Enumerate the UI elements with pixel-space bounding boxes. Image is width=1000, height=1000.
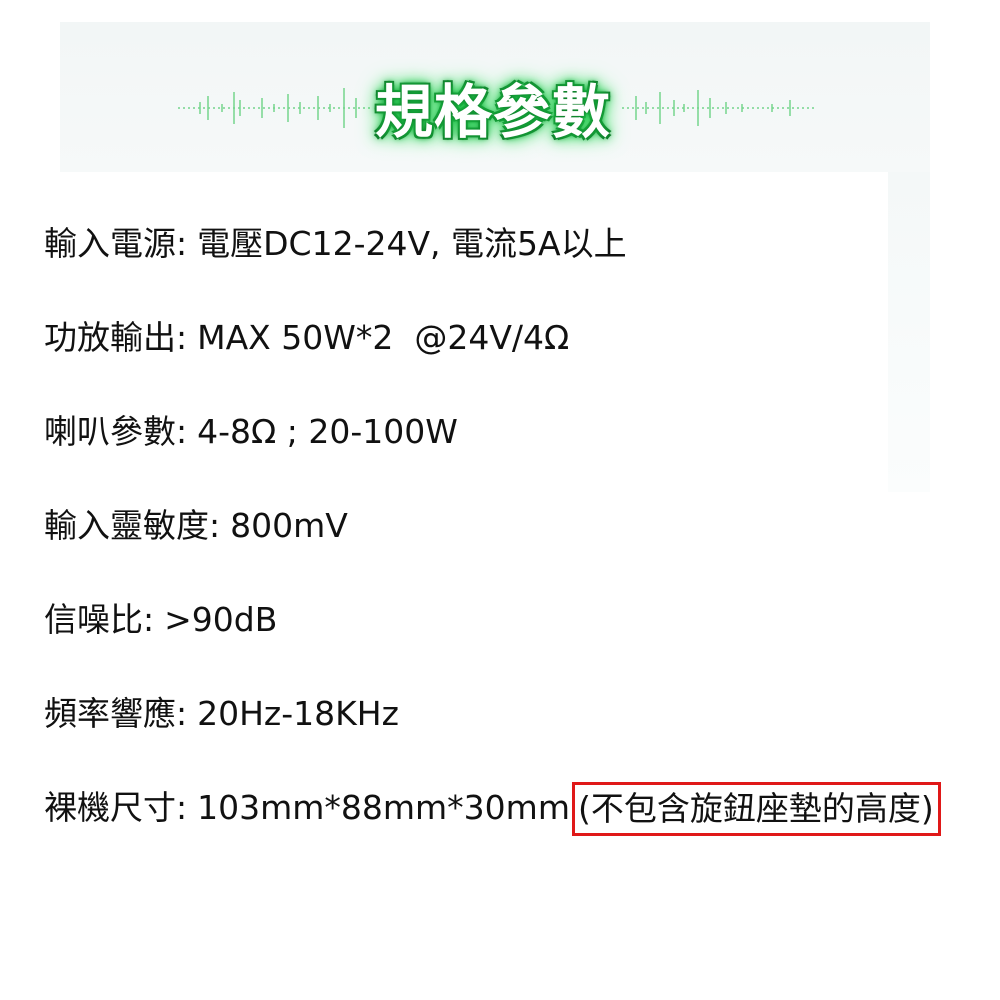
spec-value: 800mV	[230, 506, 348, 545]
spec-row-speaker: 喇叭參數:4-8Ω ; 20-100W	[44, 402, 994, 496]
spec-label: 功放輸出	[44, 318, 176, 357]
spec-separator: :	[209, 506, 221, 545]
spec-separator: :	[176, 788, 188, 827]
spec-value: MAX 50W*2 @24V/4Ω	[197, 318, 570, 357]
dimension-note-highlight: (不包含旋鈕座墊的高度)	[571, 782, 941, 836]
spec-separator: :	[176, 694, 188, 733]
spec-label: 信噪比	[44, 600, 143, 639]
spec-row-amp-output: 功放輸出: MAX 50W*2 @24V/4Ω	[44, 308, 994, 402]
spec-label: 裸機尺寸	[44, 788, 176, 827]
spec-label: 頻率響應	[44, 694, 176, 733]
spec-separator: :	[176, 412, 188, 451]
spec-row-dimensions: 裸機尺寸:103mm*88mm*30mm (不包含旋鈕座墊的高度)	[44, 778, 994, 872]
title-banner: 規格參數	[358, 66, 628, 148]
soundwave-left-icon	[178, 88, 373, 128]
spec-row-input-sensitivity: 輸入靈敏度:800mV	[44, 496, 994, 590]
spec-label: 輸入靈敏度	[44, 506, 209, 545]
spec-row-power-input: 輸入電源: 電壓DC12-24V, 電流5A以上	[44, 214, 994, 308]
spec-separator: :	[176, 224, 188, 263]
spec-value: 103mm*88mm*30mm	[197, 788, 570, 827]
spec-row-frequency-response: 頻率響應:20Hz-18KHz	[44, 684, 994, 778]
spec-list: 輸入電源: 電壓DC12-24V, 電流5A以上 功放輸出: MAX 50W*2 @…	[44, 214, 994, 872]
page-title: 規格參數	[374, 78, 611, 146]
spec-label: 喇叭參數	[44, 412, 176, 451]
spec-separator: :	[143, 600, 155, 639]
spec-value: >90dB	[164, 600, 278, 639]
spec-separator: :	[176, 318, 188, 357]
spec-value: 20Hz-18KHz	[197, 694, 399, 733]
spec-label: 輸入電源	[44, 224, 176, 263]
soundwave-right-icon	[622, 90, 817, 126]
spec-value: 4-8Ω ; 20-100W	[197, 412, 458, 451]
spec-value: 電壓DC12-24V, 電流5A以上	[197, 224, 627, 263]
spec-row-snr: 信噪比: >90dB	[44, 590, 994, 684]
